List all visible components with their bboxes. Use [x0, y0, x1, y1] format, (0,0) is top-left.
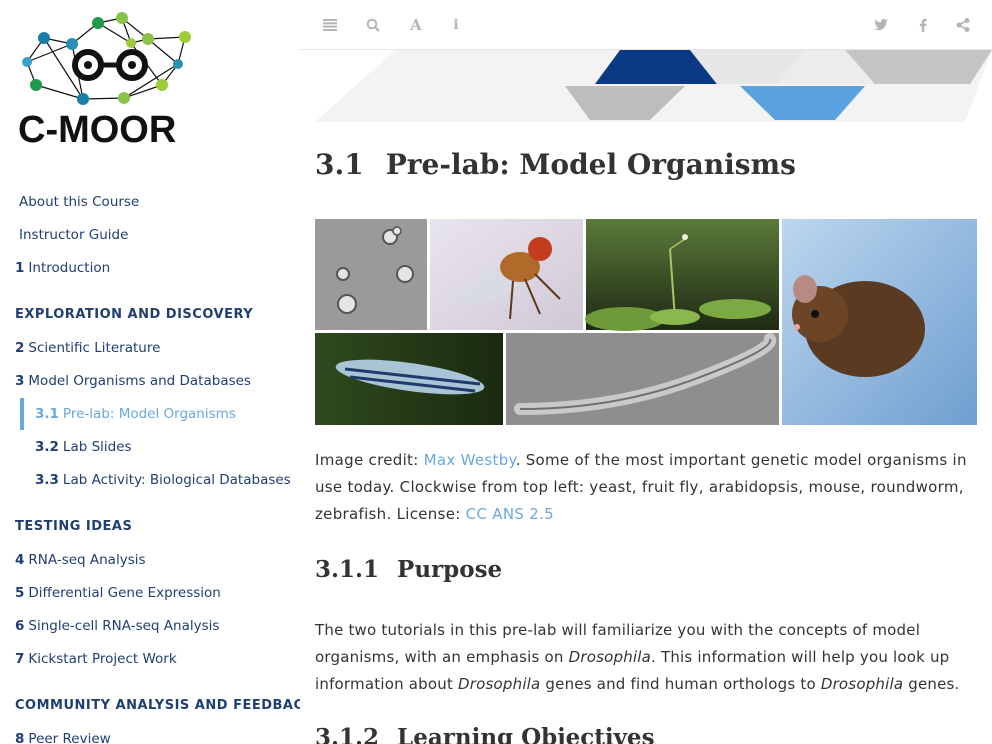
- hamburger-icon[interactable]: [320, 15, 340, 35]
- subsection-title: Learning Objectives: [397, 724, 655, 744]
- nav-label: Model Organisms and Databases: [28, 373, 251, 389]
- nav-num: 1: [15, 260, 25, 276]
- nav-num: 7: [15, 651, 25, 667]
- nav-label: Pre-lab: Model Organisms: [62, 406, 236, 422]
- nav-num: 3: [15, 373, 25, 389]
- nav-label: Single-cell RNA-seq Analysis: [28, 618, 220, 634]
- nav-label: Scientific Literature: [28, 340, 161, 356]
- nav-num: 3.2: [35, 439, 59, 455]
- top-toolbar: A i: [300, 0, 992, 50]
- caption-prefix: Image credit:: [315, 451, 424, 469]
- model-organisms-collage: [315, 219, 977, 425]
- purpose-paragraph: The two tutorials in this pre-lab will f…: [315, 617, 980, 698]
- nav-header-exploration: EXPLORATION AND DISCOVERY: [15, 307, 254, 322]
- section-number: 3.1: [315, 148, 364, 181]
- subsection-number: 3.1.2: [315, 724, 380, 744]
- nav-label: Instructor Guide: [19, 227, 129, 243]
- purpose-text-4: genes.: [903, 675, 960, 693]
- nav-num: 2: [15, 340, 25, 356]
- subsection-number: 3.1.1: [315, 556, 380, 583]
- font-settings-icon[interactable]: A: [406, 15, 426, 35]
- license-link[interactable]: CC ANS 2.5: [466, 505, 554, 523]
- nav-header-community: COMMUNITY ANALYSIS AND FEEDBACK: [15, 698, 300, 713]
- section-title-text: Pre-lab: Model Organisms: [385, 148, 796, 181]
- chapter-banner-graphic: [315, 50, 992, 122]
- purpose-emphasis-3: Drosophila: [820, 675, 904, 693]
- learning-objectives-heading: 3.1.2 Learning Objectives: [315, 724, 655, 744]
- purpose-emphasis-1: Drosophila: [568, 648, 652, 666]
- subsection-title: Purpose: [397, 556, 503, 583]
- nav-num: 5: [15, 585, 25, 601]
- sidebar-item-scientific-literature[interactable]: 2 Scientific Literature: [15, 336, 295, 369]
- share-icon[interactable]: [953, 15, 973, 35]
- nav-header-testing: TESTING IDEAS: [15, 519, 133, 534]
- purpose-text-3: genes and find human orthologs to: [540, 675, 821, 693]
- nav-num: 4: [15, 552, 25, 568]
- nav-label: Lab Activity: Biological Databases: [62, 472, 291, 488]
- image-caption: Image credit: Max Westby. Some of the mo…: [315, 447, 980, 528]
- nav-label: RNA-seq Analysis: [28, 552, 146, 568]
- nav-num: 8: [15, 731, 25, 744]
- nav-label: Introduction: [28, 260, 111, 276]
- sidebar-item-model-organisms[interactable]: 3 Model Organisms and Databases: [15, 369, 295, 402]
- sidebar-item-lab-slides[interactable]: 3.2 Lab Slides: [15, 435, 295, 468]
- logo-text: C-MOOR: [18, 109, 176, 151]
- sidebar-item-about[interactable]: About this Course: [15, 190, 295, 223]
- nav-num: 6: [15, 618, 25, 634]
- nav-label: About this Course: [19, 194, 140, 210]
- nav-label: Differential Gene Expression: [28, 585, 221, 601]
- caption-author-link[interactable]: Max Westby: [424, 451, 516, 469]
- sidebar-item-introduction[interactable]: 1 Introduction: [15, 256, 295, 289]
- nav-label: Peer Review: [28, 731, 111, 744]
- sidebar-item-lab-activity[interactable]: 3.3 Lab Activity: Biological Databases: [15, 468, 295, 501]
- search-icon[interactable]: [363, 15, 383, 35]
- twitter-icon[interactable]: [871, 15, 891, 35]
- sidebar: C-MOOR About this Course Instructor Guid…: [0, 0, 300, 744]
- nav-num: 3.1: [35, 406, 59, 422]
- sidebar-item-differential-expression[interactable]: 5 Differential Gene Expression: [15, 581, 295, 614]
- sidebar-item-single-cell[interactable]: 6 Single-cell RNA-seq Analysis: [15, 614, 295, 647]
- nav-label: Lab Slides: [62, 439, 132, 455]
- sidebar-item-prelab-active[interactable]: 3.1 Pre-lab: Model Organisms: [15, 398, 295, 435]
- info-icon[interactable]: i: [446, 15, 466, 35]
- purpose-emphasis-2: Drosophila: [458, 675, 541, 693]
- page-title: 3.1 Pre-lab: Model Organisms: [315, 148, 796, 181]
- purpose-heading: 3.1.1 Purpose: [315, 556, 502, 583]
- nav-num: 3.3: [35, 472, 59, 488]
- sidebar-nav: About this Course Instructor Guide 1 Intr…: [15, 190, 300, 744]
- sidebar-item-instructor-guide[interactable]: Instructor Guide: [15, 223, 295, 256]
- facebook-icon[interactable]: [913, 15, 933, 35]
- sidebar-item-peer-review[interactable]: 8 Peer Review: [15, 727, 295, 744]
- sidebar-item-rnaseq[interactable]: 4 RNA-seq Analysis: [15, 548, 295, 581]
- c-moor-logo[interactable]: C-MOOR: [18, 12, 208, 152]
- sidebar-item-kickstart[interactable]: 7 Kickstart Project Work: [15, 647, 295, 680]
- nav-label: Kickstart Project Work: [28, 651, 177, 667]
